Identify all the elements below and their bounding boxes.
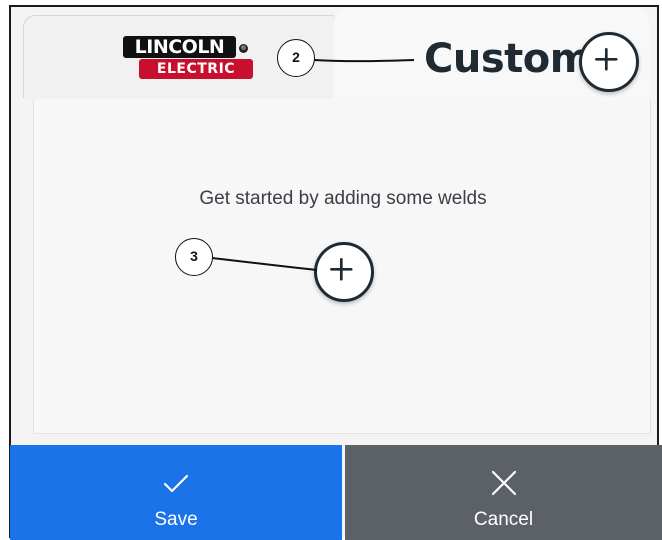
logo-top-text: LINCOLN [123, 36, 236, 58]
callout-3: 3 [175, 238, 213, 276]
save-label: Save [154, 509, 198, 530]
check-icon [163, 474, 189, 493]
plus-circle-icon [330, 258, 353, 281]
add-weld-button[interactable] [314, 242, 374, 302]
save-button[interactable]: Save [10, 445, 342, 540]
cancel-button[interactable]: Cancel [345, 445, 662, 540]
cancel-label: Cancel [473, 509, 534, 530]
lincoln-electric-logo: LINCOLN ® ELECTRIC [123, 36, 255, 80]
logo-bottom-text: ELECTRIC [139, 59, 253, 79]
empty-state-message: Get started by adding some welds [199, 188, 487, 209]
plus-circle-icon [595, 48, 618, 71]
custom-add-button[interactable] [579, 32, 639, 92]
callout-2: 2 [277, 39, 315, 77]
registered-mark: ® [239, 44, 248, 53]
close-icon [491, 470, 516, 496]
custom-tab-label[interactable]: Custom [424, 34, 591, 84]
